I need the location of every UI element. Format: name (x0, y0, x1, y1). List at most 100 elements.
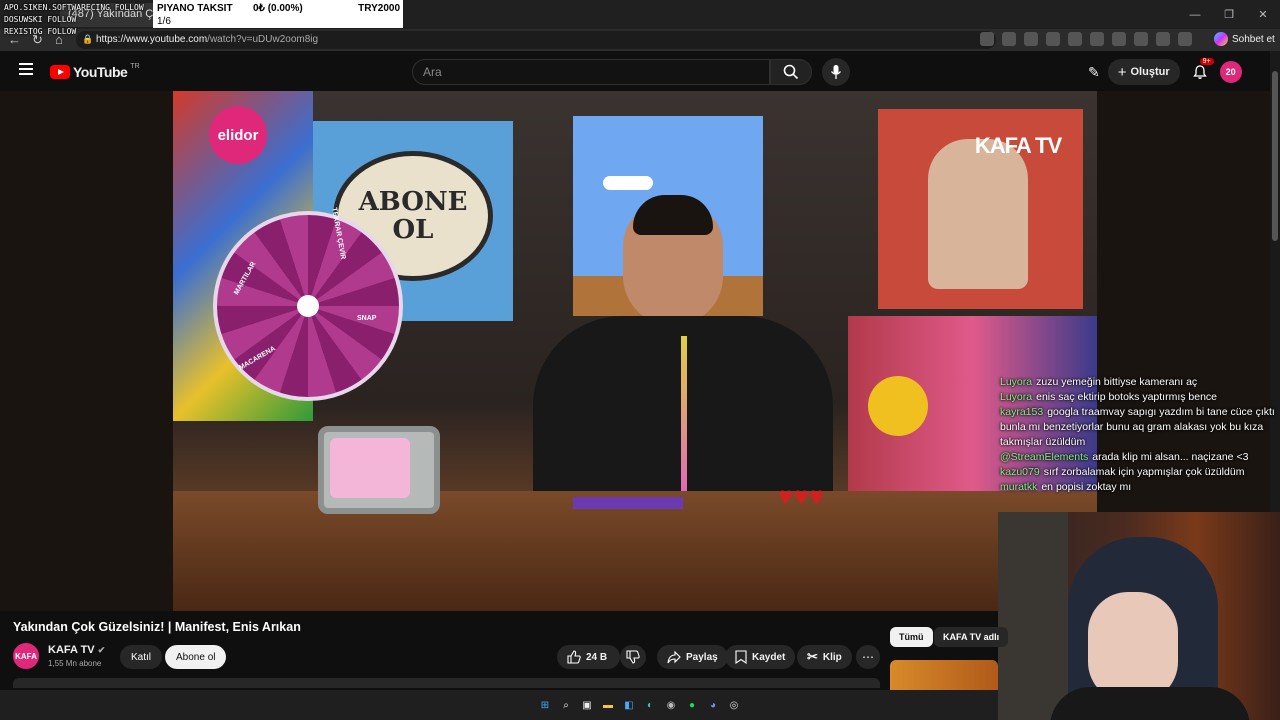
search-box (412, 59, 770, 85)
more-icon[interactable] (1178, 32, 1192, 46)
elidor-logo: elidor (209, 106, 267, 164)
copilot-button[interactable]: Sohbet et (1214, 32, 1275, 46)
extension-icon[interactable] (1112, 32, 1126, 46)
like-button[interactable]: 24 B (557, 645, 620, 669)
verified-icon: ✔ (97, 645, 106, 655)
url-field[interactable]: 🔒 https://www.youtube.com/watch?v=uDUw2o… (76, 31, 996, 49)
minimize-icon[interactable]: — (1178, 0, 1212, 29)
address-bar-row: ← ↻ ⌂ 🔒 https://www.youtube.com/watch?v=… (0, 29, 1280, 51)
favorites-icon[interactable] (1134, 32, 1148, 46)
dislike-button[interactable] (620, 645, 646, 669)
subscribe-button[interactable]: Abone ol (165, 645, 227, 669)
notifications-button[interactable]: 9+ (1188, 58, 1214, 84)
chat-user: @StreamElements (1000, 451, 1089, 463)
streamer-face (1088, 592, 1178, 702)
search-icon[interactable]: ⌕ (559, 698, 573, 712)
host-jacket (533, 316, 833, 506)
close-icon[interactable]: ✕ (1246, 0, 1280, 29)
favorite-icon[interactable] (1002, 32, 1016, 46)
steam-icon[interactable]: ◉ (664, 698, 678, 712)
bell-icon (1192, 65, 1207, 79)
copilot-label: Sohbet et (1232, 33, 1275, 45)
video-title: Yakından Çok Güzelsiniz! | Manifest, Eni… (13, 620, 301, 634)
extension-icon[interactable] (1024, 32, 1038, 46)
more-actions-button[interactable]: ⋯ (856, 645, 880, 669)
scissors-icon: ✂ (807, 649, 818, 664)
account-avatar[interactable]: 20 (1219, 61, 1242, 83)
chat-user: Luyora (1000, 391, 1033, 403)
obs-icon[interactable]: ◎ (727, 698, 741, 712)
search-icon (783, 64, 799, 80)
scrollbar-thumb[interactable] (1272, 71, 1278, 241)
streamer-webcam (998, 512, 1280, 720)
video-player[interactable]: ABONE OL elidor KAFA TV MARTILAR TEKRAR … (173, 91, 1097, 611)
file-explorer-icon[interactable]: ▬ (601, 698, 615, 712)
save-button[interactable]: Kaydet (725, 645, 796, 669)
notification-badge: 9+ (1199, 58, 1214, 65)
wheel-segment: MACARENA (237, 345, 277, 372)
create-button[interactable]: + Oluştur (1107, 59, 1180, 85)
task-view-icon[interactable]: ▣ (580, 698, 594, 712)
discord-icon[interactable]: ◕ (706, 698, 720, 712)
join-button[interactable]: Katıl (120, 645, 163, 669)
webcam-wall (998, 512, 1068, 720)
youtube-logo[interactable]: YouTube TR (50, 62, 140, 80)
share-button[interactable]: Paylaş (657, 645, 728, 669)
chip-all[interactable]: Tümü (890, 627, 933, 647)
voice-search-button[interactable] (822, 58, 850, 86)
chat-message: kayra153 googla traamvay sapıgı yazdım bi… (1000, 405, 1280, 450)
chat-text: zuzu yemeğin bittiyse kameranı aç (1036, 376, 1198, 388)
thumbs-down-icon (626, 650, 640, 664)
pacman-art (868, 376, 928, 436)
chat-text: enis saç ektirip botoks yaptırmış bence (1036, 391, 1218, 403)
menu-icon[interactable] (19, 63, 33, 75)
chat-message: muratkk en popisi zoktay mı (1000, 480, 1280, 495)
youtube-header: YouTube TR ✎ + Oluştur (0, 51, 1270, 91)
extension-icon[interactable] (1046, 32, 1060, 46)
description-box[interactable] (13, 678, 880, 688)
retro-tv-prop (318, 426, 440, 514)
streamer-shirt (1050, 687, 1250, 720)
url-path: /watch?v=uDUw2oom8ig (207, 34, 319, 45)
chat-user: Luyora (1000, 376, 1033, 388)
chat-message: @StreamElements arada klip mi alsan... na… (1000, 450, 1280, 465)
header-actions: ✎ + Oluştur 9+ 20 (1088, 58, 1242, 85)
plus-icon: + (1117, 63, 1127, 81)
like-count: 24 B (586, 651, 608, 663)
overlay-line: APO.SIKEN.SOFTWARECING FOLLOW (4, 3, 144, 12)
spotify-icon[interactable]: ● (685, 698, 699, 712)
search-input[interactable] (413, 60, 769, 84)
host-hair (633, 195, 713, 235)
extension-icon[interactable] (980, 32, 994, 46)
channel-avatar[interactable]: KAFA (13, 643, 39, 669)
goal-target: TRY2000 (358, 3, 400, 14)
clip-button[interactable]: ✂ Klip (797, 645, 852, 669)
wheel-hub (297, 295, 319, 317)
clip-label: Klip (822, 651, 842, 663)
taskbar-icons: ⊞ ⌕ ▣ ▬ ◧ ◐ ◉ ● ◕ ◎ (538, 698, 741, 712)
chat-message: Luyora zuzu yemeğin bittiyse kameranı aç (1000, 375, 1280, 390)
edge-icon[interactable]: ◐ (643, 698, 657, 712)
extension-icon[interactable] (1068, 32, 1082, 46)
restore-icon[interactable]: ❐ (1212, 0, 1246, 29)
chat-message: Luyora enis saç ektirip botoks yaptırmış … (1000, 390, 1280, 405)
search-button[interactable] (770, 59, 812, 85)
start-icon[interactable]: ⊞ (538, 698, 552, 712)
region-code: TR (130, 62, 140, 70)
bookmark-icon (735, 650, 747, 664)
extension-icon[interactable] (1090, 32, 1104, 46)
recommended-thumbnail[interactable] (890, 660, 998, 690)
os-taskbar: ⊞ ⌕ ▣ ▬ ◧ ◐ ◉ ● ◕ ◎ (0, 690, 998, 720)
screen: (487) Yakından Çok — ❐ ✕ ← ↻ ⌂ 🔒 https:/… (0, 0, 1280, 720)
profile-icon[interactable] (1156, 32, 1170, 46)
wheel-segment: SNAP (357, 315, 377, 322)
share-label: Paylaş (686, 651, 718, 663)
channel-name[interactable]: KAFA TV ✔ (48, 644, 105, 656)
overlay-line: DOSUWSKI FOLLOW (4, 15, 77, 24)
youtube-logo-text: YouTube (73, 64, 128, 80)
chip-channel[interactable]: KAFA TV adlı (934, 627, 1009, 647)
cast-icon[interactable]: ✎ (1088, 64, 1100, 81)
chat-user: muratkk (1000, 481, 1038, 493)
youtube-play-icon (50, 65, 70, 79)
store-icon[interactable]: ◧ (622, 698, 636, 712)
